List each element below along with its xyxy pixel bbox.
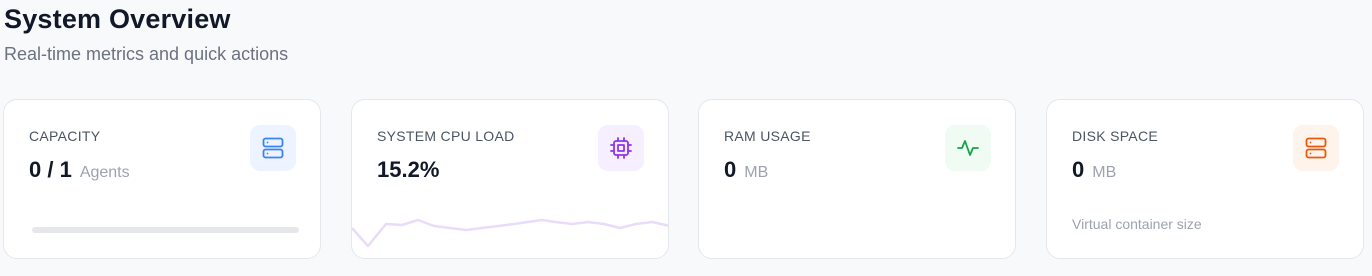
- disk-space-value: 0: [1072, 157, 1085, 182]
- capacity-card: CAPACITY 0 / 1 Agents: [3, 99, 321, 259]
- ram-usage-value-row: 0 MB: [724, 157, 768, 183]
- capacity-progress-bar: [32, 227, 299, 233]
- capacity-label: CAPACITY: [29, 128, 101, 144]
- server-icon: [250, 125, 296, 171]
- capacity-unit: Agents: [79, 164, 130, 181]
- disk-space-note: Virtual container size: [1072, 216, 1202, 232]
- cpu-load-label: SYSTEM CPU LOAD: [377, 128, 515, 144]
- ram-usage-value: 0: [724, 157, 737, 182]
- cpu-load-value-row: 15.2%: [377, 157, 439, 183]
- server-icon: [1293, 125, 1339, 171]
- disk-space-unit: MB: [1092, 164, 1117, 181]
- ram-usage-unit: MB: [744, 164, 769, 181]
- page-title: System Overview: [4, 4, 231, 34]
- disk-space-card: DISK SPACE 0 MB Virtual container size: [1046, 99, 1364, 259]
- capacity-value: 0 / 1: [29, 157, 72, 182]
- cpu-load-value: 15.2%: [377, 157, 440, 182]
- system-overview: System Overview Real-time metrics and qu…: [0, 0, 1372, 276]
- disk-space-value-row: 0 MB: [1072, 157, 1116, 183]
- disk-space-label: DISK SPACE: [1072, 128, 1158, 144]
- cpu-load-sparkline: [352, 218, 668, 248]
- ram-usage-card: RAM USAGE 0 MB: [698, 99, 1016, 259]
- activity-icon: [945, 125, 991, 171]
- capacity-value-row: 0 / 1 Agents: [29, 157, 130, 183]
- ram-usage-label: RAM USAGE: [724, 128, 811, 144]
- cpu-load-card: SYSTEM CPU LOAD 15.2%: [351, 99, 669, 259]
- cpu-icon: [598, 125, 644, 171]
- page-subtitle: Real-time metrics and quick actions: [4, 44, 289, 64]
